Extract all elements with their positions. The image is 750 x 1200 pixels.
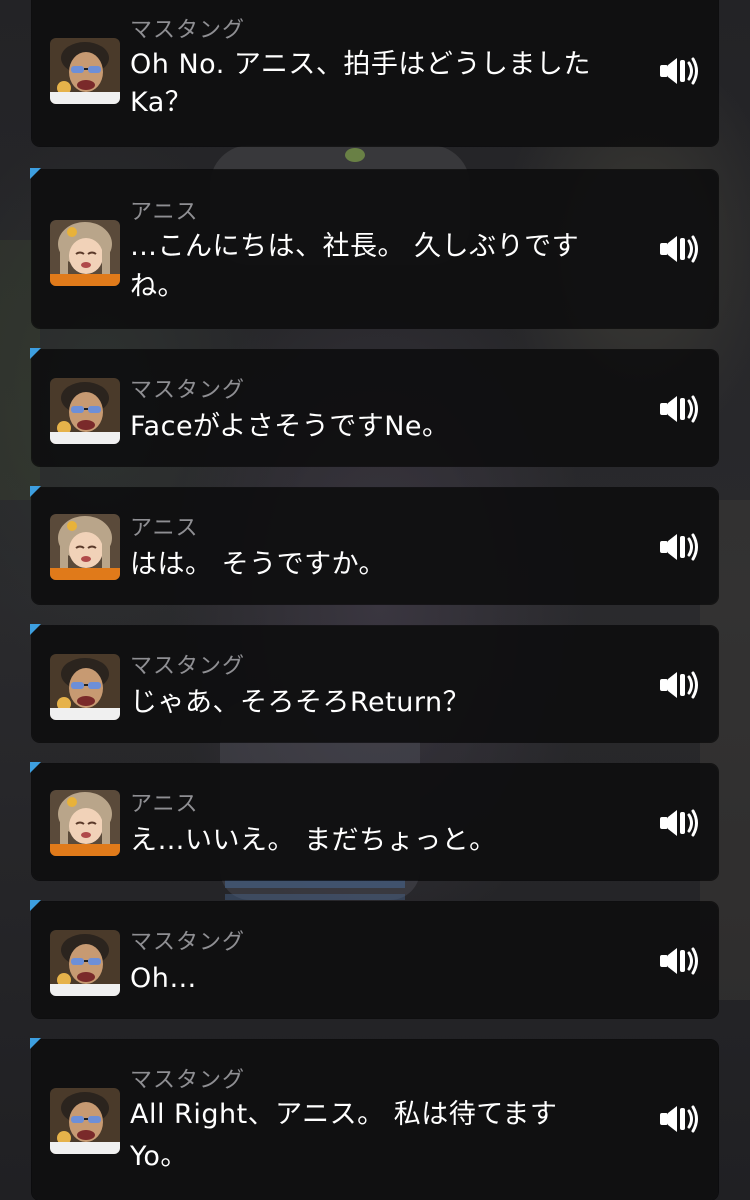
speaker-name: マスタング xyxy=(130,930,246,955)
dialogue-entry: アニス …こんにちは、社長。 久しぶりです ね。 xyxy=(30,168,718,328)
mustang-avatar xyxy=(50,930,120,996)
mustang-avatar xyxy=(50,1088,120,1154)
dialogue-text-line: じゃあ、そろそろReturn？ xyxy=(130,687,471,718)
corner-marker xyxy=(30,168,41,179)
dialogue-entry: マスタング じゃあ、そろそろReturn？ xyxy=(30,624,718,742)
speaker-name: マスタング xyxy=(130,18,246,43)
dialogue-text-line: Oh… xyxy=(130,963,197,994)
anis-avatar xyxy=(50,514,120,580)
speaker-name: アニス xyxy=(130,200,199,225)
dialogue-log: マスタング Oh No. アニス、拍手はどうしました Ka？ アニス …こんにち… xyxy=(0,0,750,1200)
speaker-icon[interactable] xyxy=(658,54,700,88)
dialogue-entry: アニス え…いいえ。 まだちょっと。 xyxy=(30,762,718,880)
corner-marker xyxy=(30,624,41,635)
speaker-icon[interactable] xyxy=(658,668,700,702)
dialogue-text-line: Ka？ xyxy=(130,87,193,118)
anis-avatar xyxy=(50,220,120,286)
dialogue-text-line: …こんにちは、社長。 久しぶりです xyxy=(130,231,580,262)
speaker-name: アニス xyxy=(130,792,199,817)
mustang-avatar xyxy=(50,654,120,720)
dialogue-text-line: Yo。 xyxy=(130,1141,188,1172)
corner-marker xyxy=(30,1038,41,1049)
speaker-icon[interactable] xyxy=(658,530,700,564)
speaker-name: アニス xyxy=(130,516,199,541)
mustang-avatar xyxy=(50,38,120,104)
corner-marker xyxy=(30,762,41,773)
speaker-name: マスタング xyxy=(130,378,246,403)
dialogue-text-line: All Right、アニス。 私は待てます xyxy=(130,1099,558,1130)
dialogue-entry: マスタング FaceがよさそうですNe。 xyxy=(30,348,718,466)
dialogue-text-line: ね。 xyxy=(130,271,185,302)
speaker-icon[interactable] xyxy=(658,232,700,266)
dialogue-text-line: Oh No. アニス、拍手はどうしました xyxy=(130,49,591,80)
mustang-avatar xyxy=(50,378,120,444)
dialogue-text-line: FaceがよさそうですNe。 xyxy=(130,411,450,442)
speaker-icon[interactable] xyxy=(658,392,700,426)
corner-marker xyxy=(30,486,41,497)
speaker-icon[interactable] xyxy=(658,1102,700,1136)
dialogue-text-line: え…いいえ。 まだちょっと。 xyxy=(130,825,497,856)
speaker-name: マスタング xyxy=(130,654,246,679)
dialogue-entry: マスタング All Right、アニス。 私は待てます Yo。 xyxy=(30,1038,718,1200)
anis-avatar xyxy=(50,790,120,856)
corner-marker xyxy=(30,348,41,359)
speaker-icon[interactable] xyxy=(658,944,700,978)
dialogue-entry: マスタング Oh… xyxy=(30,900,718,1018)
speaker-icon[interactable] xyxy=(658,806,700,840)
dialogue-entry: アニス はは。 そうですか。 xyxy=(30,486,718,604)
speaker-name: マスタング xyxy=(130,1068,246,1093)
dialogue-text-line: はは。 そうですか。 xyxy=(130,549,387,580)
dialogue-entry: マスタング Oh No. アニス、拍手はどうしました Ka？ xyxy=(32,0,718,146)
corner-marker xyxy=(30,900,41,911)
